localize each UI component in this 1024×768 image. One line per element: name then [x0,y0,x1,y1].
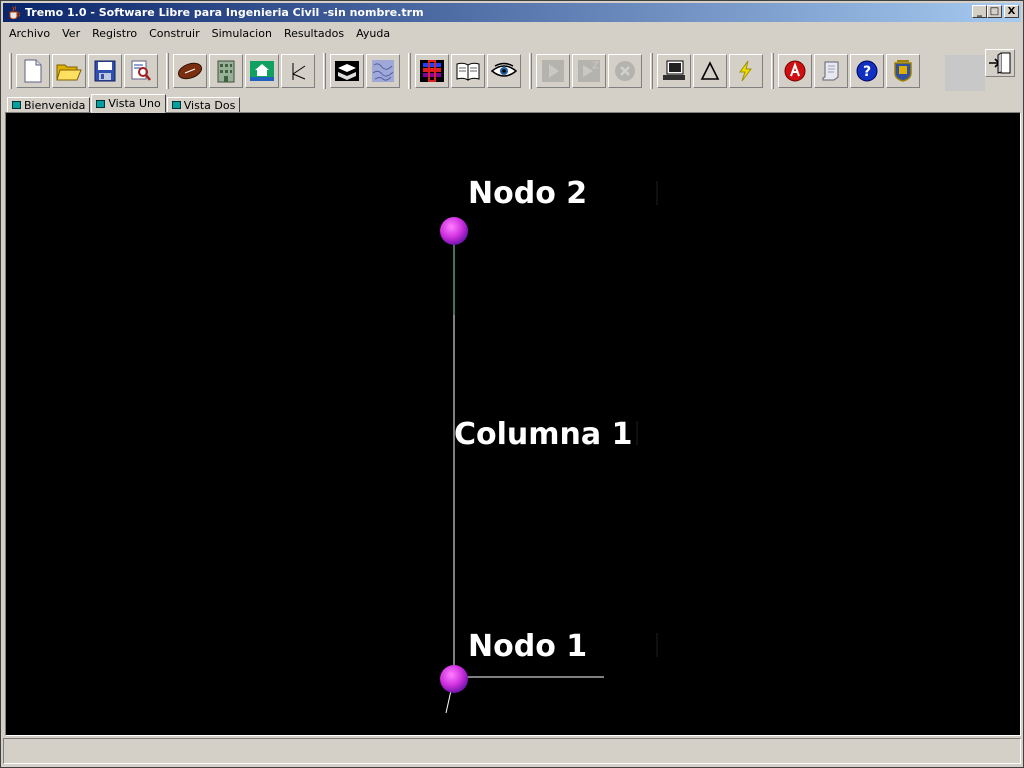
open-book-button[interactable] [451,54,485,88]
new-file-button[interactable] [16,54,50,88]
tab-label: Vista Dos [183,98,236,112]
section-icon [335,61,359,81]
building-icon [217,60,235,83]
menu-resultados[interactable]: Resultados [278,25,350,43]
menu-ayuda[interactable]: Ayuda [350,25,396,43]
open-book-icon [456,62,480,81]
emblem-button[interactable] [886,54,920,88]
menu-ver[interactable]: Ver [56,25,86,43]
stop-icon [615,61,635,81]
tab-icon [171,101,181,109]
step-button[interactable] [572,54,606,88]
scroll-icon [822,61,839,81]
window-title: Tremo 1.0 - Software Libre para Ingenier… [25,6,424,19]
open-folder-icon [56,64,82,81]
java-cup-icon [7,6,21,20]
node-1-sphere[interactable] [440,665,468,693]
new-file-icon [24,59,42,83]
axes-button[interactable] [281,54,315,88]
toolbar-separator [771,53,774,89]
save-button[interactable] [88,54,122,88]
play-button[interactable] [536,54,570,88]
home-button[interactable] [245,54,279,88]
title-bar[interactable]: Tremo 1.0 - Software Libre para Ingenier… [3,3,1021,22]
building-button[interactable] [209,54,243,88]
exit-door-icon [989,52,1011,74]
view-panel: Nodo 2 Columna 1 Nodo 1 [5,112,1021,736]
football-button[interactable] [173,54,207,88]
home-icon [250,61,274,81]
lightning-icon [739,60,752,82]
adobe-reader-button[interactable] [778,54,812,88]
lightning-button[interactable] [729,54,763,88]
menu-simulacion[interactable]: Simulacion [206,25,278,43]
football-icon [177,62,203,80]
svg-text:?: ? [863,64,871,80]
toolbar-filler [945,55,985,91]
node-2-label: Nodo 2 [468,176,587,211]
toolbar-separator [408,53,411,89]
scene-svg: Nodo 2 Columna 1 Nodo 1 [440,176,658,714]
maximize-button[interactable]: □ [987,5,1002,18]
toolbar-separator [650,53,653,89]
tab-label: Bienvenida [24,98,86,112]
color-bars-icon [420,60,444,82]
texture-button[interactable] [366,54,400,88]
column-label: Columna 1 [454,417,632,452]
search-document-icon [131,60,151,81]
toolbar-separator [529,53,532,89]
toolbar-separator [166,53,169,89]
help-icon: ? [856,60,878,82]
node-2-sphere[interactable] [440,217,468,245]
tab-strip: Bienvenida Vista Uno Vista Dos [7,94,241,113]
status-bar [3,738,1021,764]
computer-button[interactable] [657,54,691,88]
minimize-button[interactable]: _ [972,5,987,18]
scroll-button[interactable] [814,54,848,88]
toolbar-grip[interactable] [9,53,12,89]
tab-label: Vista Uno [108,97,161,110]
save-icon [94,60,116,82]
menu-bar: Archivo Ver Registro Construir Simulacio… [3,24,1021,44]
menu-construir[interactable]: Construir [143,25,206,43]
toolbar: ? [3,49,985,93]
exit-button[interactable] [985,49,1015,77]
stop-button[interactable] [608,54,642,88]
play-icon [542,60,564,82]
emblem-icon [894,60,912,82]
window-controls: _ □ X [972,5,1019,18]
eye-icon [490,62,518,77]
color-bars-button[interactable] [415,54,449,88]
axes-icon [292,63,306,80]
3d-canvas[interactable]: Nodo 2 Columna 1 Nodo 1 [8,115,1018,733]
delta-icon [700,61,720,80]
node-1-label: Nodo 1 [468,629,587,664]
toolbar-separator [323,53,326,89]
tab-icon [12,101,21,109]
delta-button[interactable] [693,54,727,88]
app-window: Tremo 1.0 - Software Libre para Ingenier… [0,0,1024,768]
section-button[interactable] [330,54,364,88]
eye-button[interactable] [487,54,521,88]
search-document-button[interactable] [124,54,158,88]
adobe-reader-icon [784,60,806,82]
menu-archivo[interactable]: Archivo [3,25,56,43]
tab-vista-dos[interactable]: Vista Dos [166,97,241,113]
tab-bienvenida[interactable]: Bienvenida [7,97,91,113]
computer-icon [663,60,685,80]
open-folder-button[interactable] [52,54,86,88]
texture-icon [372,60,394,82]
step-icon [578,60,600,82]
close-button[interactable]: X [1004,5,1019,18]
menu-registro[interactable]: Registro [86,25,143,43]
tab-icon [96,99,106,108]
help-button[interactable]: ? [850,54,884,88]
tab-vista-uno[interactable]: Vista Uno [91,94,166,113]
